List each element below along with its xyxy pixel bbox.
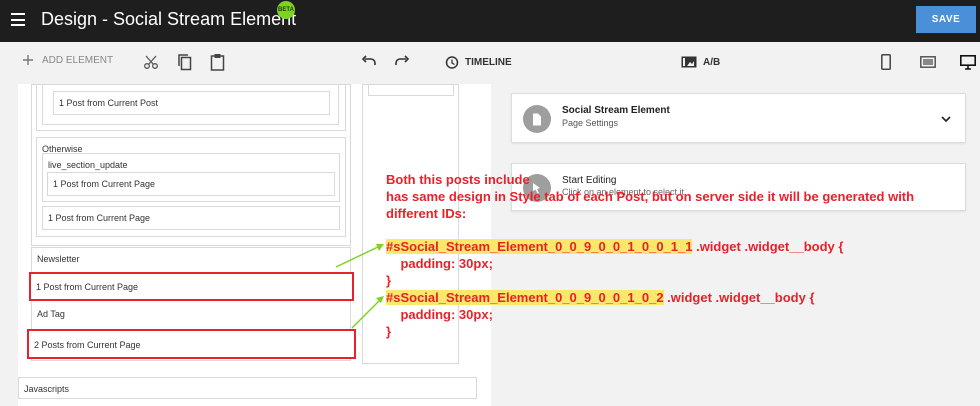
toolbar: ADD ELEMENT TIMELINE A/B — [0, 42, 980, 84]
mobile-view-icon[interactable] — [881, 54, 891, 70]
save-button[interactable]: SAVE — [916, 6, 976, 33]
add-element-button[interactable]: ADD ELEMENT — [22, 54, 113, 66]
card-title: Start Editing — [562, 175, 617, 186]
tree-side-block — [368, 84, 454, 96]
paste-icon[interactable] — [210, 53, 225, 71]
beta-badge: BETA — [277, 1, 295, 19]
copy-icon[interactable] — [177, 53, 193, 71]
annotation-line-1: Both this posts include — [386, 172, 530, 187]
element-settings-card[interactable]: Social Stream Element Page Settings — [511, 93, 966, 143]
page-title: Design - Social Stream Element — [41, 9, 297, 29]
cut-icon[interactable] — [143, 54, 159, 70]
list-item-label: 1 Post from Current Post — [59, 98, 159, 108]
newsletter-label: Newsletter — [37, 254, 80, 264]
list-item-label: 1 Post from Current Page — [53, 179, 156, 189]
newsletter-item[interactable]: 1 Post from Current Page — [29, 272, 354, 301]
list-item-label: 1 Post from Current Page — [48, 213, 151, 223]
list-item[interactable]: 1 Post from Current Page — [47, 172, 335, 196]
desktop-view-icon[interactable] — [960, 55, 976, 70]
tablet-view-icon[interactable] — [920, 56, 936, 68]
arrow-to-ad-tag — [351, 299, 381, 329]
code-body-2: padding: 30px; — [386, 307, 493, 322]
redo-icon[interactable] — [394, 55, 410, 69]
app-header: Design - Social Stream Element BETA SAVE — [0, 0, 980, 42]
undo-icon[interactable] — [361, 55, 377, 69]
annotation-line-3: different IDs: — [386, 206, 467, 221]
list-item-label: 2 Posts from Current Page — [34, 340, 141, 350]
ad-tag-item[interactable]: 2 Posts from Current Page — [27, 329, 356, 359]
list-item-label: 1 Post from Current Page — [36, 282, 139, 292]
list-item[interactable]: 1 Post from Current Page — [42, 206, 340, 230]
code-body-1: padding: 30px; — [386, 256, 493, 271]
ad-tag-label: Ad Tag — [37, 309, 65, 319]
list-item[interactable]: 1 Post from Current Post — [53, 91, 330, 115]
plus-icon — [23, 55, 33, 65]
timeline-label: TIMELINE — [465, 57, 512, 68]
page-icon — [523, 105, 551, 133]
arrow-to-newsletter — [335, 245, 381, 268]
javascripts-label: Javascripts — [24, 384, 70, 394]
code-rule-2: .widget .widget__body { — [663, 290, 815, 305]
code-rule-1: .widget .widget__body { — [692, 239, 844, 254]
code-selector-1: #sSocial_Stream_Element_0_0_9_0_0_1_0_0_… — [386, 239, 693, 254]
ab-label: A/B — [703, 56, 721, 68]
code-selector-2: #sSocial_Stream_Element_0_0_9_0_0_1_0_2 — [386, 290, 664, 305]
menu-icon[interactable] — [11, 13, 25, 26]
ab-icon — [681, 56, 697, 68]
ab-button[interactable]: A/B — [681, 56, 720, 68]
card-title: Social Stream Element — [562, 105, 670, 116]
timeline-button[interactable]: TIMELINE — [444, 55, 512, 70]
tree-javascripts[interactable]: Javascripts — [18, 377, 477, 399]
live-section-label: live_section_update — [48, 160, 128, 170]
annotation-line-2: has same design in Style tab of each Pos… — [386, 189, 915, 204]
code-block-2: #sSocial_Stream_Element_0_0_9_0_0_1_0_2 … — [386, 289, 815, 306]
annotation-arrows — [335, 244, 384, 329]
code-block-1: #sSocial_Stream_Element_0_0_9_0_0_1_0_0_… — [386, 238, 843, 255]
add-element-label: ADD ELEMENT — [42, 54, 114, 66]
chevron-down-icon[interactable] — [941, 110, 951, 128]
history-icon — [445, 56, 459, 69]
card-subtitle: Page Settings — [562, 118, 619, 128]
